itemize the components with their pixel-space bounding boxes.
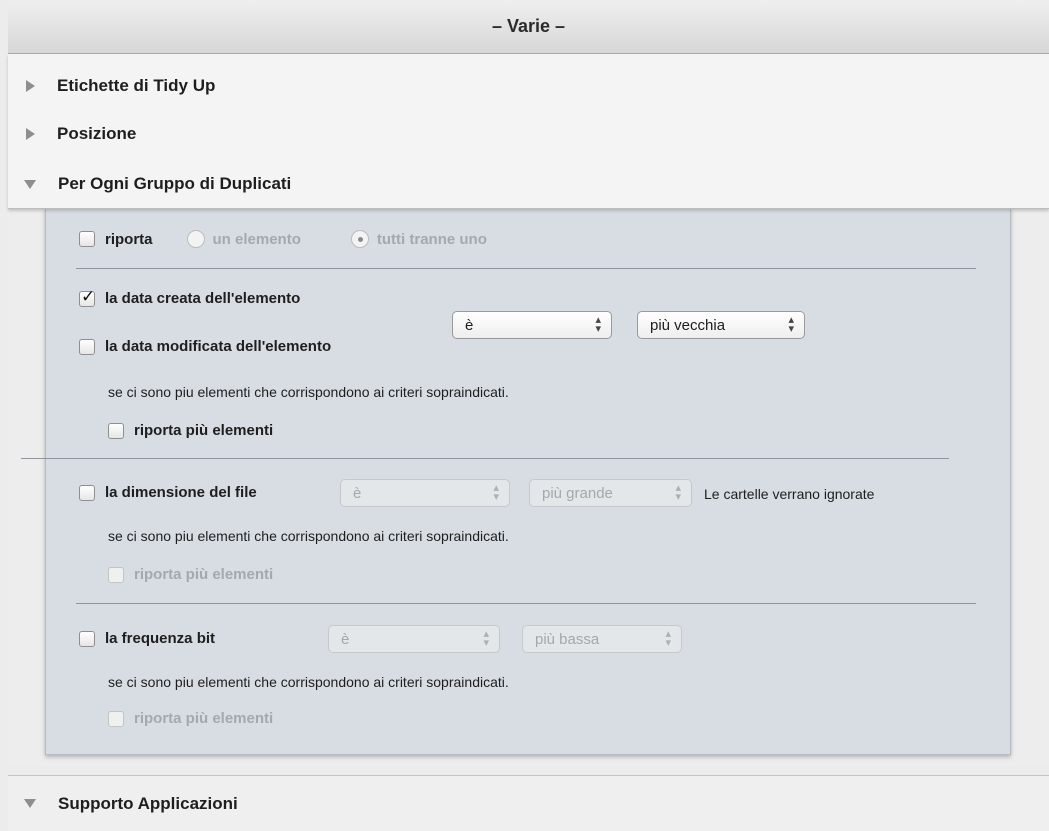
section-label: Supporto Applicazioni <box>58 793 238 813</box>
report-row: riporta un elemento tutti tranne uno <box>79 230 487 248</box>
size-hint: Le cartelle verrano ignorate <box>704 486 875 502</box>
bitrate-report-more-row: riporta più elementi <box>108 710 273 727</box>
bitrate-note: se ci sono piu elementi che corrispondon… <box>108 674 509 690</box>
section-label: Posizione <box>57 124 137 143</box>
size-operator-select[interactable]: è ▴ ▾ <box>340 479 510 507</box>
section-per-duplicate-group[interactable]: Per Ogni Gruppo di Duplicati <box>8 164 1049 204</box>
date-modified-label: la data modificata dell'elemento <box>105 338 332 355</box>
date-value-value: più vecchia <box>650 316 726 334</box>
bitrate-report-more-label: riporta più elementi <box>134 710 274 727</box>
bitrate-row: la frequenza bit <box>79 630 215 647</box>
date-modified-checkbox[interactable] <box>79 338 95 355</box>
section-label: Per Ogni Gruppo di Duplicati <box>58 174 292 193</box>
section-app-support[interactable]: Supporto Applicazioni <box>8 775 1049 831</box>
date-operator-select[interactable]: è ▴ ▾ <box>452 311 612 339</box>
date-note: se ci sono piu elementi che corrispondon… <box>108 384 509 400</box>
bitrate-value-value: più bassa <box>535 630 600 648</box>
section-position[interactable]: Posizione <box>8 114 1049 154</box>
size-operator-value: è <box>353 484 362 502</box>
radio-all-but-one-label: tutti tranne uno <box>376 230 487 248</box>
separator <box>21 458 949 459</box>
separator <box>76 268 976 269</box>
report-checkbox[interactable] <box>79 231 95 247</box>
date-created-checkbox[interactable] <box>79 287 95 307</box>
radio-one-element[interactable] <box>186 230 205 248</box>
window-title: – Varie – <box>8 0 1049 54</box>
disclosure-down-icon[interactable] <box>24 179 36 189</box>
date-created-label: la data creata dell'elemento <box>105 290 301 307</box>
select-arrows-icon: ▴ ▾ <box>665 628 671 649</box>
file-size-row: la dimensione del file <box>79 484 257 501</box>
select-arrows-icon: ▴ ▾ <box>483 628 489 649</box>
bitrate-label: la frequenza bit <box>105 630 216 647</box>
select-arrows-icon: ▴ ▾ <box>788 314 794 335</box>
size-note: se ci sono piu elementi che corrispondon… <box>108 528 509 544</box>
bitrate-checkbox[interactable] <box>79 630 95 647</box>
file-size-label: la dimensione del file <box>105 484 257 501</box>
section-list: Etichette di Tidy Up Posizione Per Ogni … <box>8 54 1049 209</box>
section-label: Etichette di Tidy Up <box>57 76 216 95</box>
separator <box>76 603 976 604</box>
select-arrows-icon: ▴ ▾ <box>675 482 681 503</box>
disclosure-right-icon[interactable] <box>26 80 35 92</box>
bitrate-operator-select[interactable]: è ▴ ▾ <box>328 625 500 653</box>
section-tidy-up-labels[interactable]: Etichette di Tidy Up <box>8 66 1049 106</box>
duplicates-panel: riporta un elemento tutti tranne uno la … <box>21 208 1011 755</box>
date-operator-value: è <box>465 316 474 334</box>
size-report-more-row: riporta più elementi <box>108 566 273 583</box>
select-arrows-icon: ▴ ▾ <box>493 482 499 503</box>
date-created-row: la data creata dell'elemento <box>79 287 301 307</box>
date-report-more-row: riporta più elementi <box>108 422 273 439</box>
size-report-more-label: riporta più elementi <box>134 566 274 583</box>
bitrate-operator-value: è <box>341 630 350 648</box>
select-arrows-icon: ▴ ▾ <box>595 314 601 335</box>
bitrate-report-more-checkbox[interactable] <box>108 710 124 727</box>
disclosure-down-icon[interactable] <box>24 799 36 808</box>
date-report-more-checkbox[interactable] <box>108 422 124 439</box>
radio-all-but-one[interactable] <box>350 230 369 248</box>
date-report-more-label: riporta più elementi <box>134 422 274 439</box>
size-report-more-checkbox[interactable] <box>108 566 124 583</box>
size-value-select[interactable]: più grande ▴ ▾ <box>529 479 692 507</box>
file-size-checkbox[interactable] <box>79 484 95 501</box>
size-value-value: più grande <box>542 484 613 502</box>
date-value-select[interactable]: più vecchia ▴ ▾ <box>637 311 805 339</box>
date-modified-row: la data modificata dell'elemento <box>79 338 331 355</box>
report-label: riporta <box>105 230 153 248</box>
radio-one-element-label: un elemento <box>212 230 301 248</box>
disclosure-right-icon[interactable] <box>26 128 35 140</box>
bitrate-value-select[interactable]: più bassa ▴ ▾ <box>522 625 682 653</box>
